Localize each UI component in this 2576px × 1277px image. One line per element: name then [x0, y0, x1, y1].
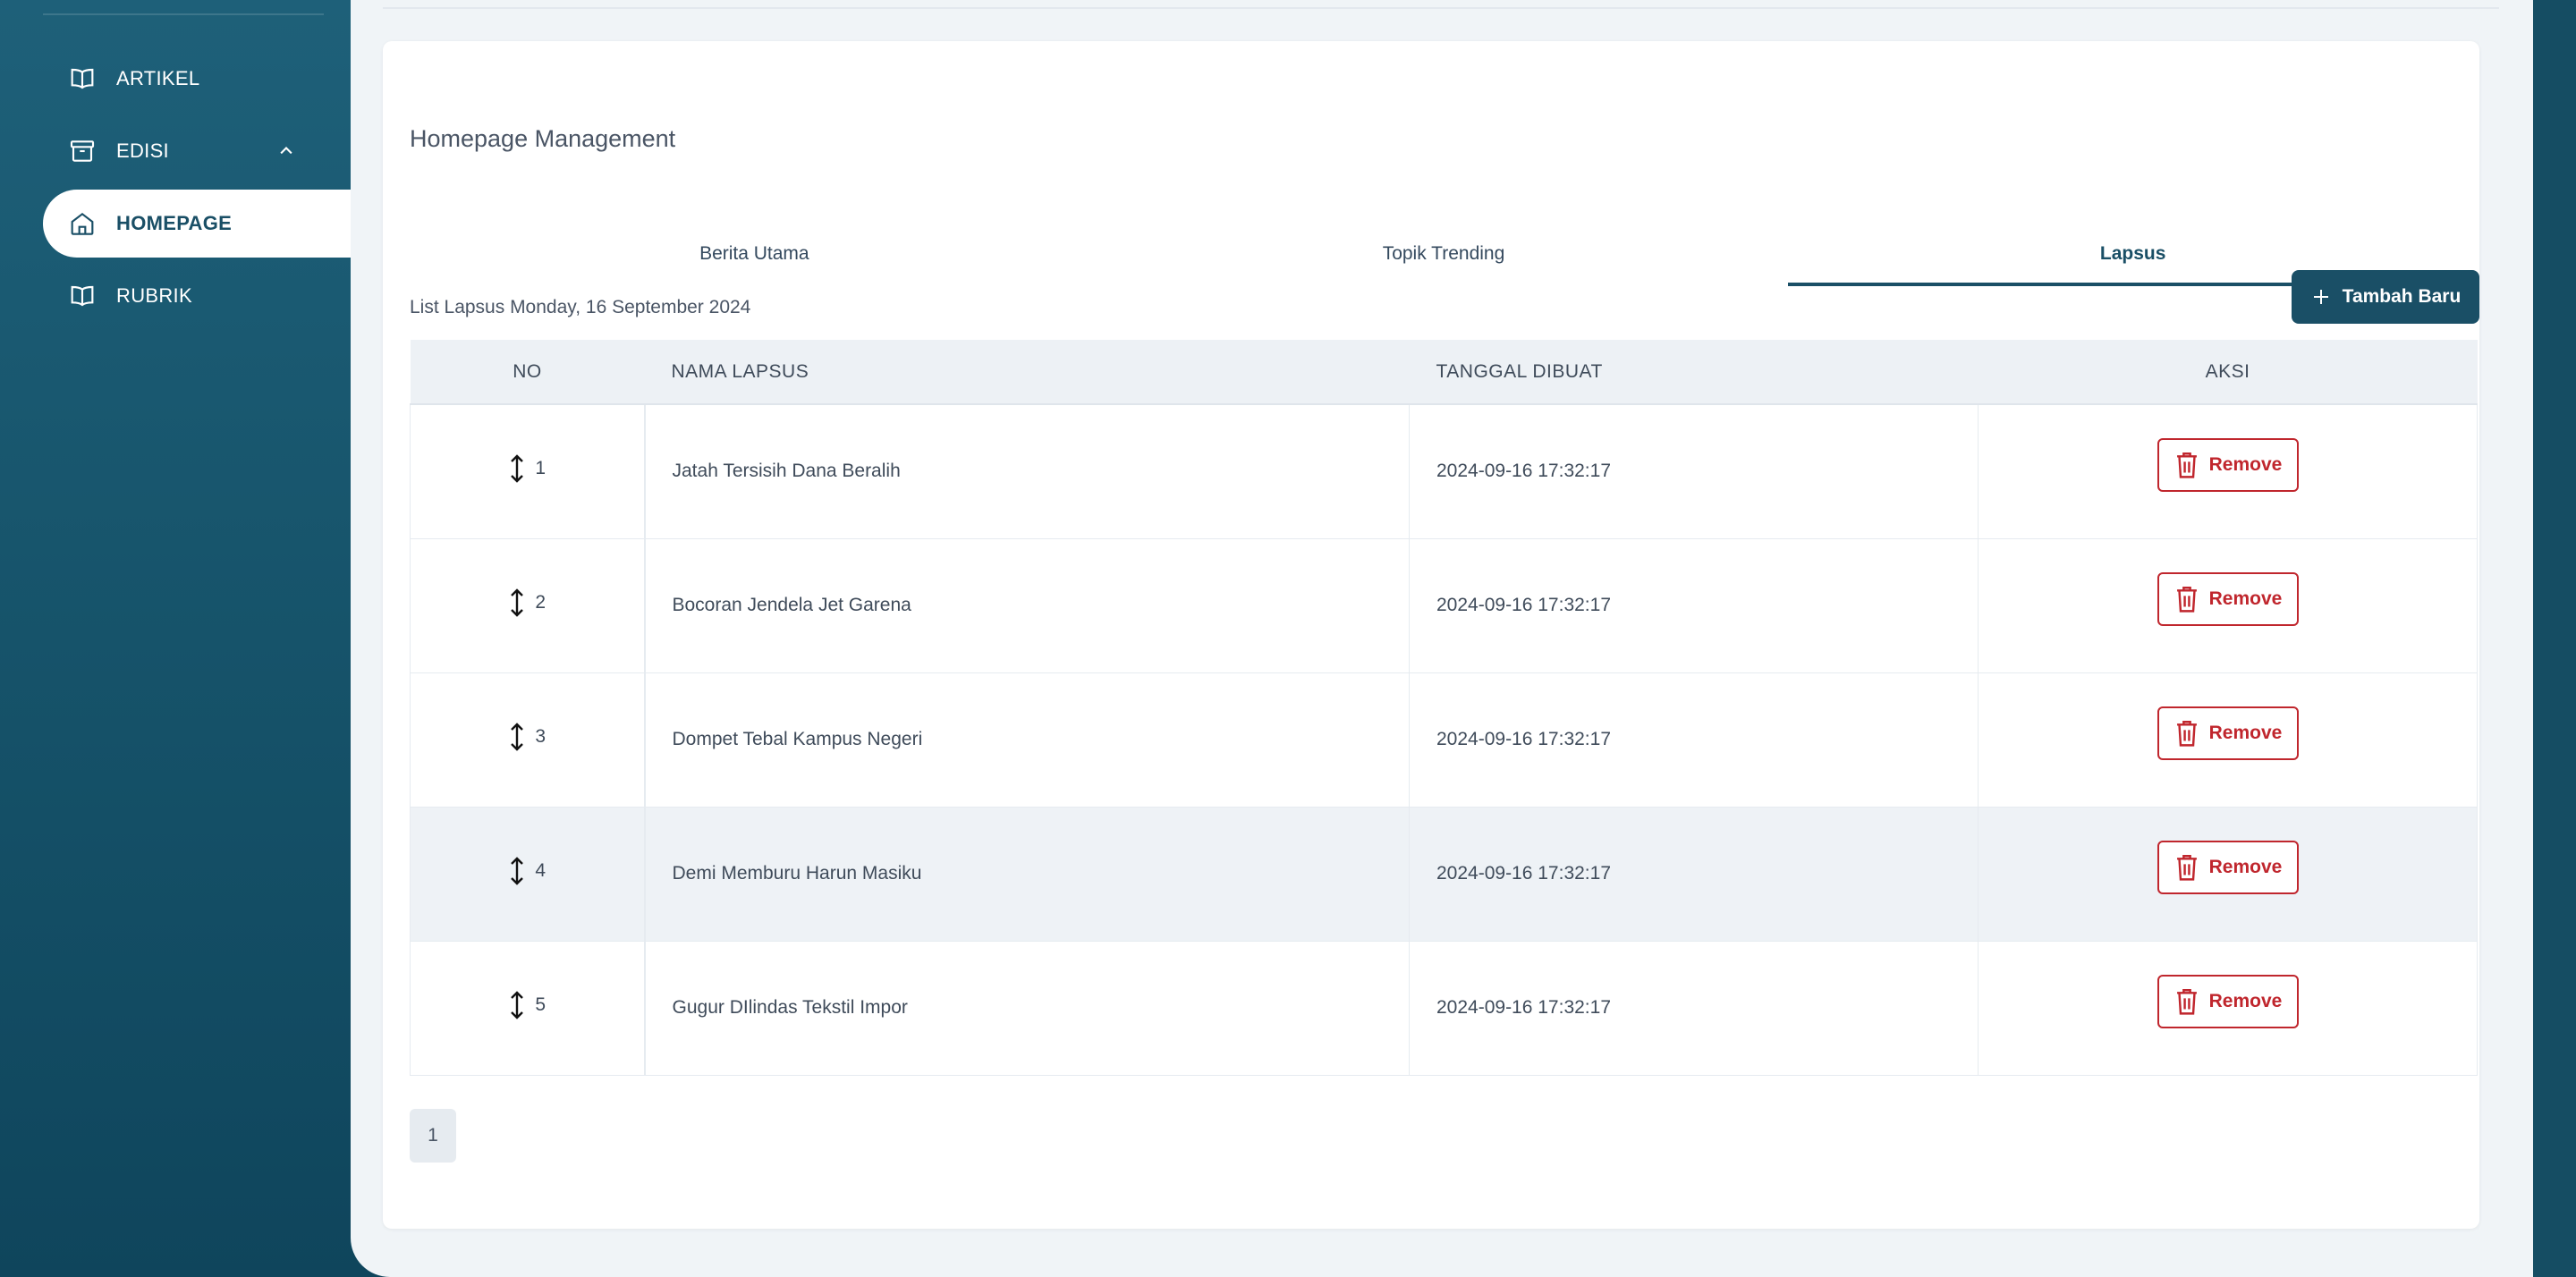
trash-icon	[2176, 587, 2197, 613]
row-action-cell: Remove	[1978, 807, 2478, 942]
sidebar-item-rubrik[interactable]: RUBRIK	[43, 262, 351, 330]
table-row: 5 Gugur DIlindas Tekstil Impor 2024-09-1…	[410, 941, 2478, 1076]
add-new-button[interactable]: Tambah Baru	[2292, 270, 2479, 324]
row-number: 2	[535, 592, 547, 613]
pagination-page-1[interactable]: 1	[410, 1109, 456, 1163]
table-row: 2 Bocoran Jendela Jet Garena 2024-09-16 …	[410, 538, 2478, 673]
row-action-cell: Remove	[1978, 672, 2478, 808]
sidebar-item-label: HOMEPAGE	[116, 212, 233, 234]
row-name: Bocoran Jendela Jet Garena	[644, 538, 1410, 673]
remove-button[interactable]: Remove	[2157, 975, 2299, 1028]
row-date: 2024-09-16 17:32:17	[1409, 672, 1979, 808]
row-name: Dompet Tebal Kampus Negeri	[644, 672, 1410, 808]
row-number-wrap: 4	[508, 856, 546, 886]
row-date: 2024-09-16 17:32:17	[1409, 404, 1979, 539]
trash-icon	[2176, 721, 2197, 747]
row-number-wrap: 1	[508, 453, 546, 484]
row-name: Gugur DIlindas Tekstil Impor	[644, 941, 1410, 1076]
add-new-label: Tambah Baru	[2342, 286, 2462, 307]
row-number-cell: 4	[410, 807, 646, 942]
column-header-name: NAMA LAPSUS	[644, 340, 1410, 405]
sidebar-item-edisi[interactable]: EDISI	[43, 117, 351, 185]
row-number: 1	[535, 458, 547, 479]
row-number-wrap: 3	[508, 722, 546, 752]
drag-handle-icon[interactable]	[508, 856, 526, 886]
tab-topik-trending[interactable]: Topik Trending	[1099, 227, 1789, 286]
lapsus-table: NO NAMA LAPSUS TANGGAL DIBUAT AKSI 1 Jat…	[410, 340, 2478, 1076]
remove-label: Remove	[2208, 723, 2283, 743]
column-header-no: NO	[410, 340, 645, 405]
row-date: 2024-09-16 17:32:17	[1409, 941, 1979, 1076]
table-row: 3 Dompet Tebal Kampus Negeri 2024-09-16 …	[410, 672, 2478, 808]
trash-icon	[2176, 855, 2197, 881]
sidebar-item-homepage[interactable]: HOMEPAGE	[43, 190, 401, 258]
remove-button[interactable]: Remove	[2157, 438, 2299, 493]
book-open-icon	[68, 64, 97, 93]
main-content: Homepage Management Berita Utama Topik T…	[351, 0, 2533, 1277]
sidebar-item-label: RUBRIK	[116, 284, 192, 307]
row-action-cell: Remove	[1978, 538, 2478, 673]
plus-icon	[2313, 290, 2328, 304]
drag-handle-icon[interactable]	[508, 453, 526, 484]
sidebar: ARTIKEL EDISI HOMEPAGE RUBRIK	[0, 0, 401, 1277]
management-card: Homepage Management Berita Utama Topik T…	[383, 41, 2479, 1229]
sidebar-item-artikel[interactable]: ARTIKEL	[43, 45, 351, 113]
row-number-wrap: 2	[508, 588, 546, 618]
sidebar-item-label: EDISI	[116, 140, 169, 162]
sidebar-item-label: ARTIKEL	[116, 67, 200, 89]
home-icon	[68, 209, 97, 238]
row-number-wrap: 5	[508, 990, 546, 1020]
remove-button[interactable]: Remove	[2157, 572, 2299, 626]
column-header-date: TANGGAL DIBUAT	[1409, 340, 1979, 405]
remove-label: Remove	[2208, 588, 2283, 609]
remove-label: Remove	[2208, 991, 2283, 1011]
remove-button[interactable]: Remove	[2157, 706, 2299, 760]
remove-label: Remove	[2208, 454, 2283, 476]
top-divider	[383, 7, 2499, 9]
row-name: Jatah Tersisih Dana Beralih	[644, 404, 1410, 539]
page-title: Homepage Management	[410, 125, 676, 152]
column-header-action: AKSI	[1978, 340, 2478, 405]
row-number-cell: 1	[410, 404, 646, 539]
book-open-icon	[68, 282, 97, 310]
row-action-cell: Remove	[1978, 404, 2478, 539]
tab-bar: Berita Utama Topik Trending Lapsus	[410, 227, 2479, 286]
drag-handle-icon[interactable]	[508, 588, 526, 618]
tab-berita-utama[interactable]: Berita Utama	[410, 227, 1099, 286]
drag-handle-icon[interactable]	[508, 990, 526, 1020]
row-number: 3	[535, 726, 547, 747]
table-row: 4 Demi Memburu Harun Masiku 2024-09-16 1…	[410, 807, 2478, 942]
row-number-cell: 5	[410, 941, 646, 1076]
row-number: 4	[535, 860, 547, 881]
archive-box-icon	[68, 137, 97, 165]
row-name: Demi Memburu Harun Masiku	[644, 807, 1410, 942]
remove-button[interactable]: Remove	[2157, 841, 2299, 894]
row-number-cell: 3	[410, 672, 646, 808]
row-action-cell: Remove	[1978, 941, 2478, 1076]
chevron-up-icon[interactable]	[274, 139, 299, 164]
sidebar-divider	[43, 13, 324, 15]
row-date: 2024-09-16 17:32:17	[1409, 538, 1979, 673]
list-caption: List Lapsus Monday, 16 September 2024	[410, 297, 751, 317]
right-edge-strip	[2533, 0, 2576, 1277]
trash-icon	[2176, 452, 2197, 478]
remove-label: Remove	[2208, 857, 2283, 877]
trash-icon	[2176, 989, 2197, 1015]
drag-handle-icon[interactable]	[508, 722, 526, 752]
table-row: 1 Jatah Tersisih Dana Beralih 2024-09-16…	[410, 404, 2478, 539]
row-date: 2024-09-16 17:32:17	[1409, 807, 1979, 942]
row-number-cell: 2	[410, 538, 646, 673]
table-header-row: NO NAMA LAPSUS TANGGAL DIBUAT AKSI	[410, 340, 2478, 405]
row-number: 5	[535, 994, 547, 1015]
